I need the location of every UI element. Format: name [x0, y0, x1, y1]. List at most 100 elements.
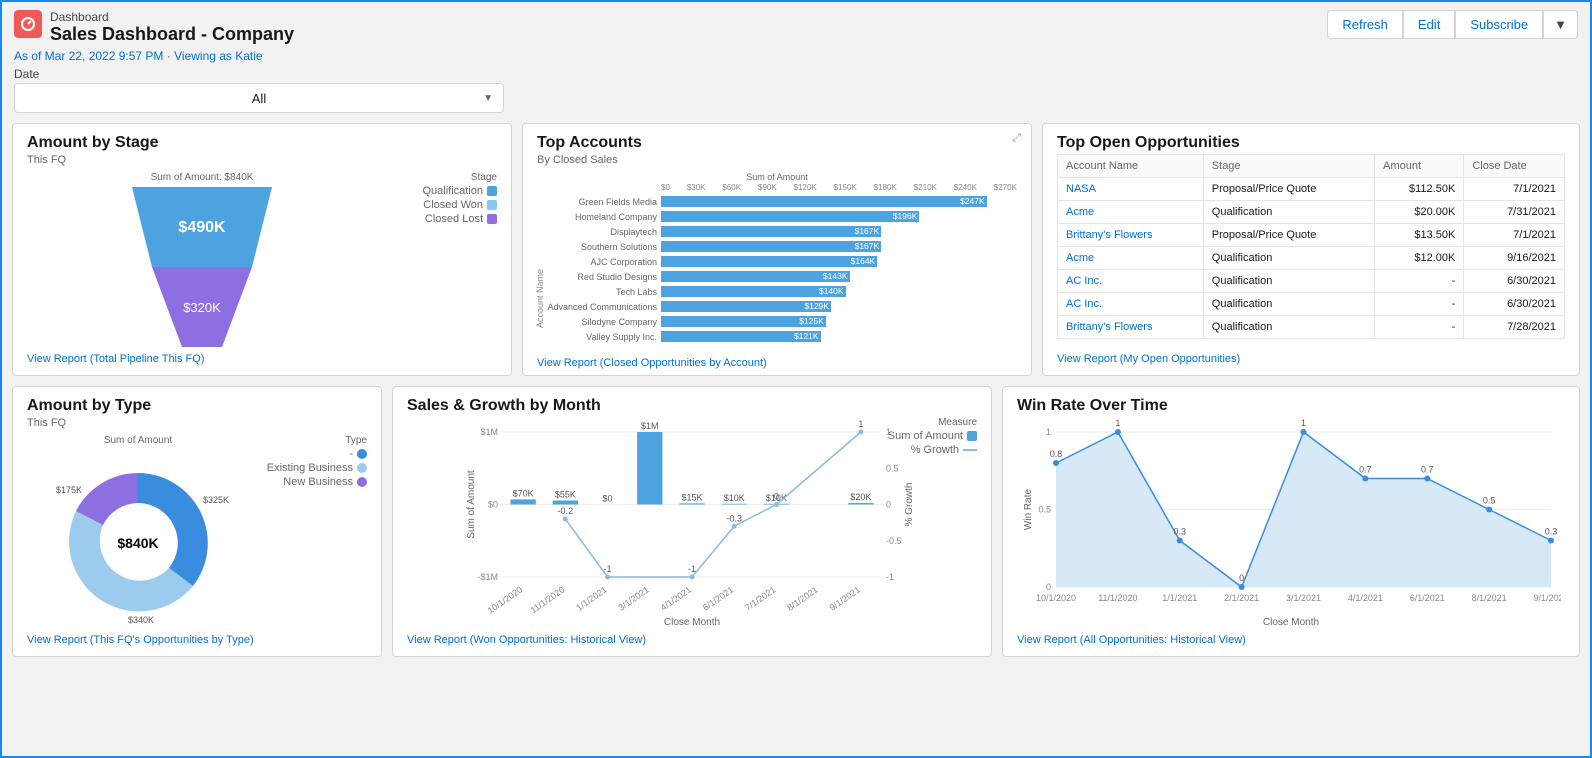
svg-text:Close Month: Close Month: [1263, 617, 1319, 627]
area-chart: 00.510.810.3010.70.70.50.310/1/202011/1/…: [1021, 417, 1561, 627]
card-title: Amount by Type: [27, 397, 367, 415]
card-subtitle: This FQ: [27, 154, 497, 166]
bar-row: Displaytech$167K: [537, 224, 1017, 239]
card-title: Sales & Growth by Month: [407, 397, 977, 415]
view-report-link[interactable]: View Report (Won Opportunities: Historic…: [407, 628, 977, 646]
subscribe-button[interactable]: Subscribe: [1455, 10, 1543, 39]
view-report-link[interactable]: View Report (Closed Opportunities by Acc…: [537, 351, 1017, 369]
svg-text:0.3: 0.3: [1545, 527, 1558, 537]
svg-text:$0: $0: [488, 500, 498, 510]
refresh-button[interactable]: Refresh: [1327, 10, 1403, 39]
svg-text:Win Rate: Win Rate: [1023, 489, 1034, 531]
timestamp: As of Mar 22, 2022 9:57 PM: [14, 49, 163, 63]
card-top-accounts: ⤢ Top Accounts By Closed Sales Sum of Am…: [522, 123, 1032, 376]
bar-row: Tech Labs$140K: [537, 284, 1017, 299]
svg-text:Sum of Amount: Sum of Amount: [466, 470, 477, 539]
svg-text:$10K: $10K: [724, 493, 745, 503]
svg-text:0.5: 0.5: [1483, 496, 1496, 506]
svg-text:-0.2: -0.2: [558, 506, 574, 516]
svg-text:0.5: 0.5: [1038, 505, 1051, 515]
account-link[interactable]: Brittany's Flowers: [1066, 321, 1152, 333]
svg-text:7/1/2021: 7/1/2021: [743, 584, 777, 612]
svg-text:4/1/2021: 4/1/2021: [659, 584, 693, 612]
svg-text:0: 0: [774, 492, 779, 502]
view-report-link[interactable]: View Report (This FQ's Opportunities by …: [27, 628, 367, 646]
edit-button[interactable]: Edit: [1403, 10, 1455, 39]
svg-text:3/1/2021: 3/1/2021: [1286, 593, 1321, 603]
view-report-link[interactable]: View Report (My Open Opportunities): [1057, 347, 1565, 365]
more-actions-button[interactable]: ▼: [1543, 10, 1578, 39]
table-row: AC Inc.Qualification-6/30/2021: [1058, 293, 1565, 316]
svg-text:11/1/2020: 11/1/2020: [1098, 593, 1137, 603]
svg-text:2/1/2021: 2/1/2021: [1224, 593, 1259, 603]
svg-text:0: 0: [1046, 582, 1051, 592]
bar-row: Silodyne Company$125K: [537, 314, 1017, 329]
svg-text:$325K: $325K: [203, 495, 229, 505]
table-row: AcmeQualification$20.00K7/31/2021: [1058, 201, 1565, 224]
svg-text:0.7: 0.7: [1421, 465, 1434, 475]
svg-text:1/1/2021: 1/1/2021: [574, 584, 608, 612]
view-report-link[interactable]: View Report (Total Pipeline This FQ): [27, 347, 497, 365]
legend-title: Type: [257, 435, 367, 446]
svg-text:0: 0: [886, 500, 891, 510]
account-link[interactable]: AC Inc.: [1066, 275, 1102, 287]
donut-chart: $840K $325K $340K $175K: [38, 448, 238, 628]
svg-text:$490K: $490K: [178, 219, 226, 236]
bar-row: Green Fields Media$247K: [537, 194, 1017, 209]
card-amount-by-stage: Amount by Stage This FQ Sum of Amount: $…: [12, 123, 512, 376]
legend-item: Closed Lost: [387, 213, 497, 225]
svg-text:6/1/2021: 6/1/2021: [701, 584, 735, 612]
svg-text:% Growth: % Growth: [904, 483, 915, 527]
funnel-chart: $490K $320K: [102, 187, 302, 347]
table-row: Brittany's FlowersProposal/Price Quote$1…: [1058, 224, 1565, 247]
opportunities-table: Account Name Stage Amount Close Date NAS…: [1057, 154, 1565, 339]
svg-text:3/1/2021: 3/1/2021: [616, 584, 650, 612]
combo-chart: -$1M$0$1M-1-0.500.51$70K$55K$0$1M$15K$10…: [462, 417, 922, 627]
card-title: Amount by Stage: [27, 134, 497, 152]
x-axis-ticks: $0$30K$60K$90K$120K$150K$180K$210K$240K$…: [661, 183, 1017, 192]
card-win-rate: Win Rate Over Time 00.510.810.3010.70.70…: [1002, 386, 1580, 657]
svg-text:-1: -1: [604, 564, 612, 574]
svg-text:1: 1: [1046, 427, 1051, 437]
account-link[interactable]: AC Inc.: [1066, 298, 1102, 310]
card-subtitle: This FQ: [27, 417, 367, 429]
account-link[interactable]: Acme: [1066, 206, 1094, 218]
svg-text:8/1/2021: 8/1/2021: [1472, 593, 1507, 603]
account-link[interactable]: Acme: [1066, 252, 1094, 264]
hbar-chart: Account Name Green Fields Media$247KHome…: [537, 194, 1017, 344]
svg-text:0: 0: [1239, 573, 1244, 583]
svg-text:$175K: $175K: [56, 485, 82, 495]
bar-row: Southern Solutions$167K: [537, 239, 1017, 254]
view-report-link[interactable]: View Report (All Opportunities: Historic…: [1017, 628, 1565, 646]
svg-text:$840K: $840K: [117, 535, 158, 551]
bar-row: AJC Corporation$164K: [537, 254, 1017, 269]
card-title: Win Rate Over Time: [1017, 397, 1565, 415]
y-axis-title: Account Name: [535, 269, 545, 328]
svg-text:11/1/2020: 11/1/2020: [528, 584, 566, 615]
svg-text:10/1/2020: 10/1/2020: [486, 584, 525, 615]
date-filter-value: All: [252, 91, 266, 106]
account-link[interactable]: NASA: [1066, 183, 1096, 195]
svg-text:-$1M: -$1M: [477, 572, 498, 582]
svg-text:0.7: 0.7: [1359, 465, 1372, 475]
bar-row: Valley Supply Inc.$121K: [537, 329, 1017, 344]
legend-item: -: [257, 448, 367, 460]
card-title: Top Accounts: [537, 134, 1017, 152]
svg-text:10/1/2020: 10/1/2020: [1036, 593, 1076, 603]
legend-item: Qualification: [387, 185, 497, 197]
header-actions: Refresh Edit Subscribe ▼: [1327, 10, 1578, 39]
col-amount[interactable]: Amount: [1375, 155, 1464, 178]
legend-item: New Business: [257, 476, 367, 488]
filter-label: Date: [2, 67, 1590, 83]
x-axis-title: Sum of Amount: [537, 172, 1017, 182]
date-filter-select[interactable]: All ▼: [14, 83, 504, 113]
col-stage[interactable]: Stage: [1203, 155, 1374, 178]
col-account[interactable]: Account Name: [1058, 155, 1204, 178]
header-eyebrow: Dashboard: [50, 10, 294, 24]
expand-icon[interactable]: ⤢: [1012, 132, 1021, 145]
account-link[interactable]: Brittany's Flowers: [1066, 229, 1152, 241]
svg-text:Close Month: Close Month: [664, 617, 720, 627]
col-close-date[interactable]: Close Date: [1464, 155, 1565, 178]
svg-text:6/1/2021: 6/1/2021: [1410, 593, 1445, 603]
card-amount-by-type: Amount by Type This FQ Sum of Amount $84…: [12, 386, 382, 657]
